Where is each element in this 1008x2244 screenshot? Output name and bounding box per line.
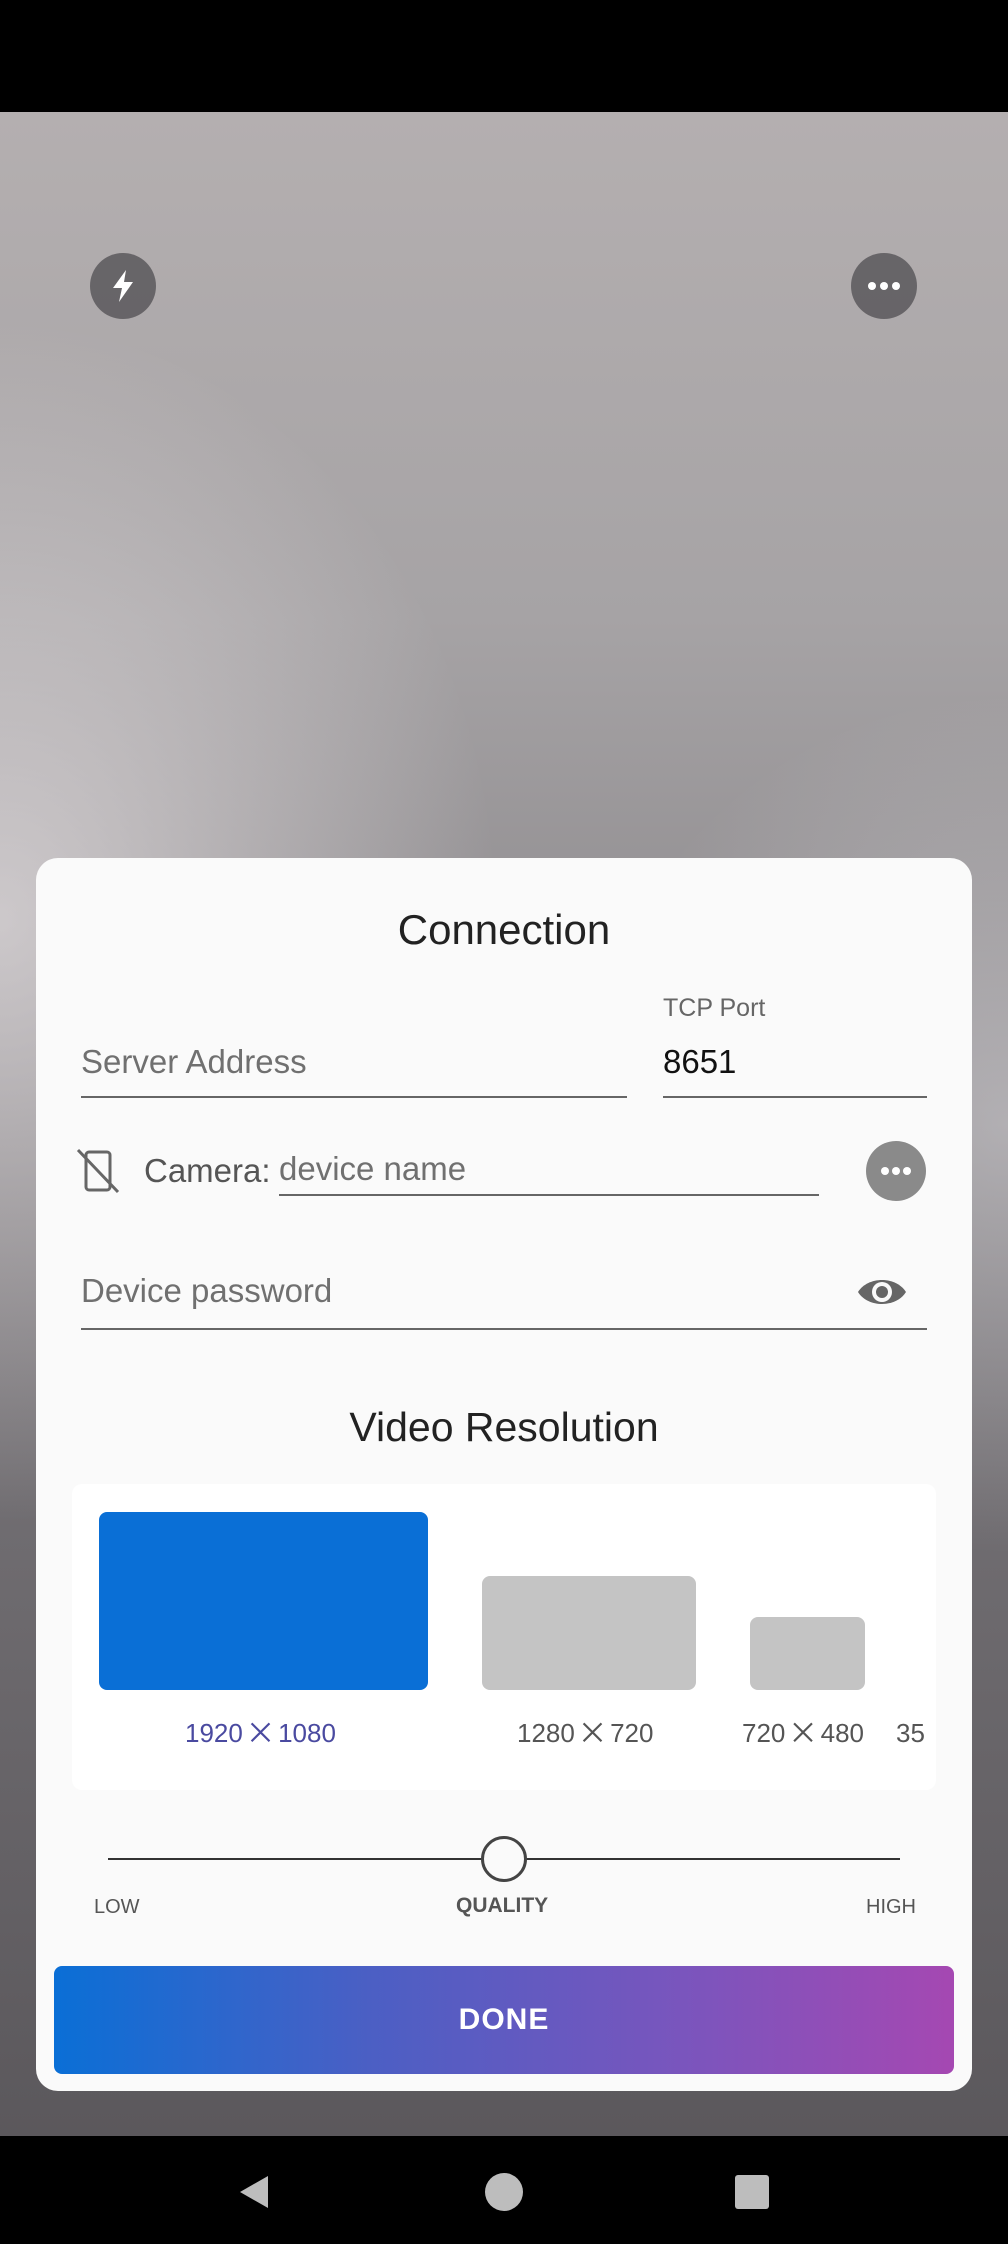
status-bar [0,0,1008,112]
done-button[interactable]: DONE [54,1966,954,2074]
tcp-port-value: 8651 [663,1043,737,1080]
device-password-placeholder: Device password [81,1272,333,1309]
tcp-port-label: TCP Port [663,994,766,1022]
flash-icon [113,270,133,302]
resolution-preview[interactable] [482,1576,696,1690]
server-address-underline [81,1096,627,1098]
more-icon [881,1167,911,1175]
camera-label: Camera: [144,1152,271,1189]
camera-options-button[interactable] [866,1141,926,1201]
flash-button[interactable] [90,253,156,319]
device-name-underline [279,1194,819,1196]
quality-slider-thumb[interactable] [481,1836,527,1882]
device-password-field[interactable]: Device password [81,1258,927,1330]
device-name-field[interactable]: device name [279,1138,819,1196]
tcp-port-underline [663,1096,927,1098]
visibility-icon[interactable] [856,1270,908,1314]
more-icon [868,282,900,290]
recents-icon[interactable] [734,2174,770,2210]
video-resolution-title: Video Resolution [349,1404,659,1450]
server-address-field[interactable]: Server Address [81,1028,627,1098]
server-address-placeholder: Server Address [81,1043,307,1080]
resolution-label: 35 [896,1718,925,1748]
back-icon[interactable] [234,2172,274,2212]
resolution-label: 1920 ⨉ 1080 [185,1718,336,1748]
home-icon[interactable] [484,2172,524,2212]
quality-high-label: HIGH [866,1896,916,1918]
device-password-underline [81,1328,927,1330]
resolution-preview-selected[interactable] [99,1512,428,1690]
connection-title: Connection [397,906,611,953]
resolution-carousel[interactable]: 1920 ⨉ 1080 1280 ⨉ 720 720 ⨉ 480 35 [72,1484,936,1790]
connection-dialog: Connection Server Address TCP Port 8651 … [36,858,972,2091]
resolution-label: 1280 ⨉ 720 [517,1718,654,1748]
device-name-placeholder: device name [279,1150,467,1187]
quality-low-label: LOW [94,1896,140,1918]
quality-label: QUALITY [456,1894,549,1917]
navigation-bar [0,2136,1008,2244]
resolution-preview[interactable] [750,1617,865,1690]
tcp-port-field[interactable]: 8651 [663,1028,927,1098]
more-options-button[interactable] [851,253,917,319]
no-camera-icon [76,1148,120,1194]
resolution-label: 720 ⨉ 480 [742,1718,865,1748]
